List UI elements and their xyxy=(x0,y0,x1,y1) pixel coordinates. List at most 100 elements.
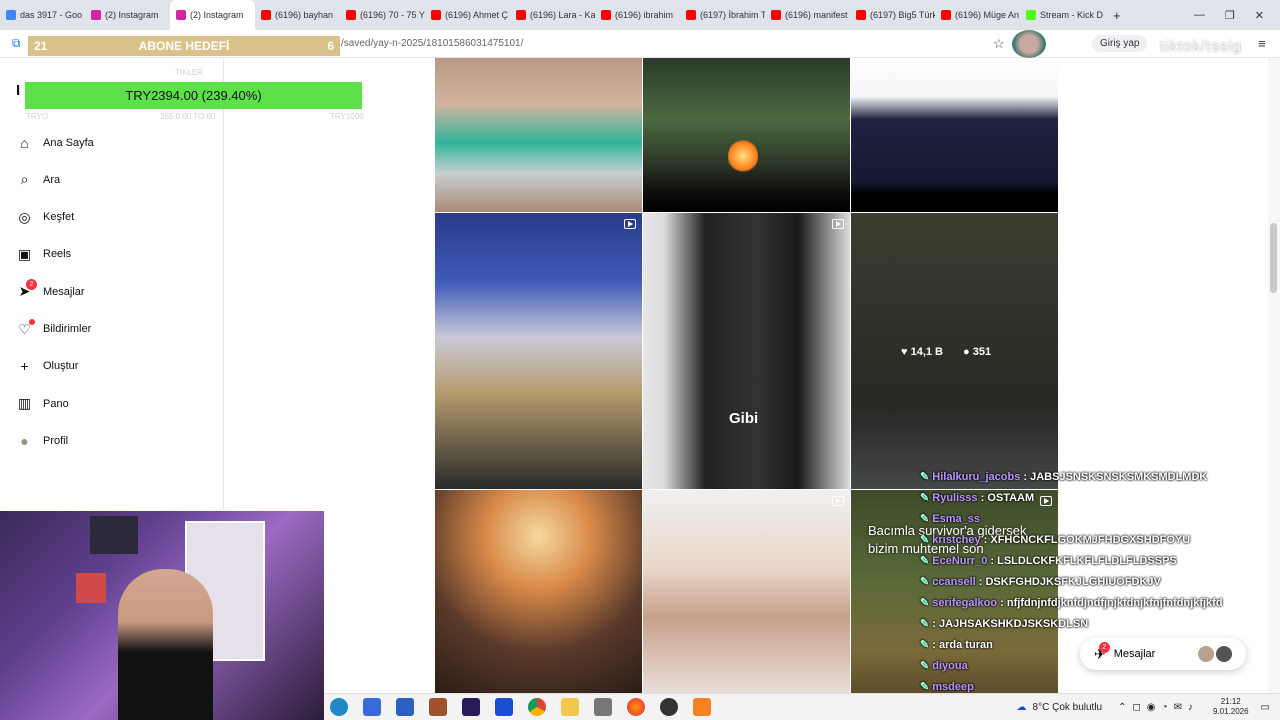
maximize-icon[interactable]: ❐ xyxy=(1225,9,1235,22)
game-icon[interactable] xyxy=(429,698,447,716)
browser-tab[interactable]: (6196) 70 - 75 Y xyxy=(340,0,425,30)
chat-username: EceNurr_0 xyxy=(932,555,988,567)
instagram-logo-icon[interactable]: I xyxy=(16,82,20,99)
post-thumbnail[interactable] xyxy=(643,490,850,720)
firefox-icon[interactable] xyxy=(627,698,645,716)
bookmark-star-icon[interactable]: ☆ xyxy=(993,36,1005,52)
browser-tab[interactable]: (6196) ibrahim xyxy=(595,0,680,30)
clock-date: 9.01.2026 xyxy=(1212,707,1249,716)
tab-favicon-icon xyxy=(431,10,441,20)
vlc-icon[interactable] xyxy=(693,698,711,716)
tab-favicon-icon xyxy=(6,10,16,20)
sidebar-item-reels[interactable]: ▣ Reels xyxy=(16,246,71,263)
chat-text: JABSJSNSKSNSKSMKSMDLMDK xyxy=(1030,471,1208,483)
sidebar-item-ara[interactable]: ⌕ Ara xyxy=(16,171,61,188)
chat-username: Esma_ss xyxy=(932,513,980,525)
tab-favicon-icon xyxy=(686,10,696,20)
chat-text: nfjfdnjnfdjknfdjndfjnjkfdnjkfnjfnfdnjkfj… xyxy=(1006,597,1223,609)
messages-pill[interactable]: ✈ 2 Mesajlar xyxy=(1080,638,1246,670)
menu-icon[interactable]: ≡ xyxy=(1258,36,1266,51)
tab-favicon-icon xyxy=(856,10,866,20)
tray-icons[interactable]: ⌃◻◉◔✉♪ xyxy=(1118,702,1199,713)
browser-tab[interactable]: (6196) Lara - Ka xyxy=(510,0,595,30)
post-thumbnail[interactable]: Gibi xyxy=(643,213,850,489)
chat-username: Ryulisss xyxy=(932,492,978,504)
store-icon[interactable] xyxy=(363,698,381,716)
browser-tab[interactable]: (6196) bayhan xyxy=(255,0,340,30)
caption-gibi: Gibi xyxy=(729,410,759,427)
messenger-icon: ✈ 2 xyxy=(1094,641,1110,663)
sidebar-item-label: Oluştur xyxy=(43,360,79,373)
chat-separator: : xyxy=(1020,471,1031,483)
messages-label: Mesajlar xyxy=(1113,648,1156,660)
url-field[interactable]: /saved/yay-n-2025/18101586031475101/ xyxy=(341,38,523,49)
app-icon[interactable] xyxy=(594,698,612,716)
tab-favicon-icon xyxy=(1026,10,1036,20)
folder-icon[interactable] xyxy=(561,698,579,716)
sidebar-item-bildirimler[interactable]: ♡ Bildirimler xyxy=(16,318,91,338)
premiere-icon[interactable] xyxy=(462,698,480,716)
browser-tab[interactable]: Stream - Kick D xyxy=(1020,0,1105,30)
notification-icon[interactable]: ▭ xyxy=(1261,702,1270,713)
post-thumbnail[interactable] xyxy=(643,58,850,212)
profile-avatar[interactable] xyxy=(1012,30,1046,58)
plus-icon: + xyxy=(20,358,29,375)
browser-tab[interactable]: (6197) İbrahim T xyxy=(680,0,765,30)
tab-label: (2) Instagram xyxy=(105,10,159,20)
post-thumbnail[interactable] xyxy=(435,490,642,720)
scroll-thumb[interactable] xyxy=(1270,223,1277,293)
sidebar-item-label: Mesajlar xyxy=(43,285,85,298)
reel-icon xyxy=(624,219,636,229)
fire-image xyxy=(728,138,758,174)
sidebar-item-ke-fet[interactable]: ◎ Keşfet xyxy=(16,209,74,226)
chrome-icon[interactable] xyxy=(528,698,546,716)
chat-message: ✎ diyoua xyxy=(920,659,968,672)
sidebar-item-ana-sayfa[interactable]: ⌂ Ana Sayfa xyxy=(16,134,94,151)
sidebar-item-profil[interactable]: ● Profil xyxy=(16,432,68,449)
page-scrollbar[interactable] xyxy=(1268,58,1280,693)
messages-badge: 2 xyxy=(1098,641,1110,653)
post-thumbnail[interactable]: ♥ 14,1 B ● 351 xyxy=(851,213,1058,489)
sidebar-item-mesajlar[interactable]: ➤ 2 Mesajlar xyxy=(16,279,85,300)
chat-badge-icon: ✎ xyxy=(920,534,933,546)
sidebar-item-label: Profil xyxy=(43,434,69,447)
sidebar-item-pano[interactable]: ▥ Pano xyxy=(16,395,69,412)
search-icon: ⌕ xyxy=(20,171,29,188)
sidebar-item-label: Pano xyxy=(43,397,69,410)
poster xyxy=(90,516,138,554)
minimize-icon[interactable]: — xyxy=(1194,9,1205,22)
browser-tab[interactable]: das 3917 - Goo xyxy=(0,0,85,30)
sidebar-item-label: Reels xyxy=(43,248,72,261)
comment-icon: ● xyxy=(963,346,970,358)
chat-message: ✎ serifegalkoo : nfjfdnjnfdjknfdjndfjnjk… xyxy=(920,596,1223,609)
tab-label: (6196) Müge An xyxy=(955,10,1020,20)
close-icon[interactable]: ✕ xyxy=(1255,9,1264,22)
app-icon[interactable] xyxy=(396,698,414,716)
browser-tab[interactable]: (2) Instagram xyxy=(170,0,255,30)
tab-label: (6196) manifest xyxy=(785,10,848,20)
ghost-text-right: TRY1000 xyxy=(330,112,364,121)
tab-favicon-icon xyxy=(771,10,781,20)
notification-dot xyxy=(29,318,35,325)
browser-tab[interactable]: (6196) Müge An xyxy=(935,0,1020,30)
sidebar-item-olu-tur[interactable]: + Oluştur xyxy=(16,358,78,375)
app-icon[interactable] xyxy=(495,698,513,716)
back-icon[interactable]: ⧉ xyxy=(12,36,21,51)
weather-text[interactable]: 8°C Çok bulutlu xyxy=(1033,702,1103,713)
heart-icon: ♥ xyxy=(901,346,908,358)
clock[interactable]: 21:12 9.01.2026 xyxy=(1213,697,1249,717)
heart-icon: ♡ xyxy=(16,318,35,338)
login-button[interactable]: Giriş yap xyxy=(1092,35,1148,52)
post-thumbnail[interactable] xyxy=(435,58,642,212)
post-thumbnail[interactable] xyxy=(851,58,1058,212)
edge-icon[interactable] xyxy=(330,698,348,716)
browser-tab[interactable]: (6197) Big5 Türk xyxy=(850,0,935,30)
browser-tab[interactable]: (6196) manifest xyxy=(765,0,850,30)
comments-count: ● 351 xyxy=(963,346,991,358)
post-thumbnail[interactable] xyxy=(435,213,642,489)
browser-tab[interactable]: (6196) Ahmet Ç xyxy=(425,0,510,30)
obs-icon[interactable] xyxy=(660,698,678,716)
browser-tab[interactable]: (2) Instagram xyxy=(85,0,170,30)
subscriber-goal-bar: 21 ABONE HEDEFİ 6 xyxy=(28,36,340,56)
new-tab-button[interactable]: + xyxy=(1113,8,1121,23)
